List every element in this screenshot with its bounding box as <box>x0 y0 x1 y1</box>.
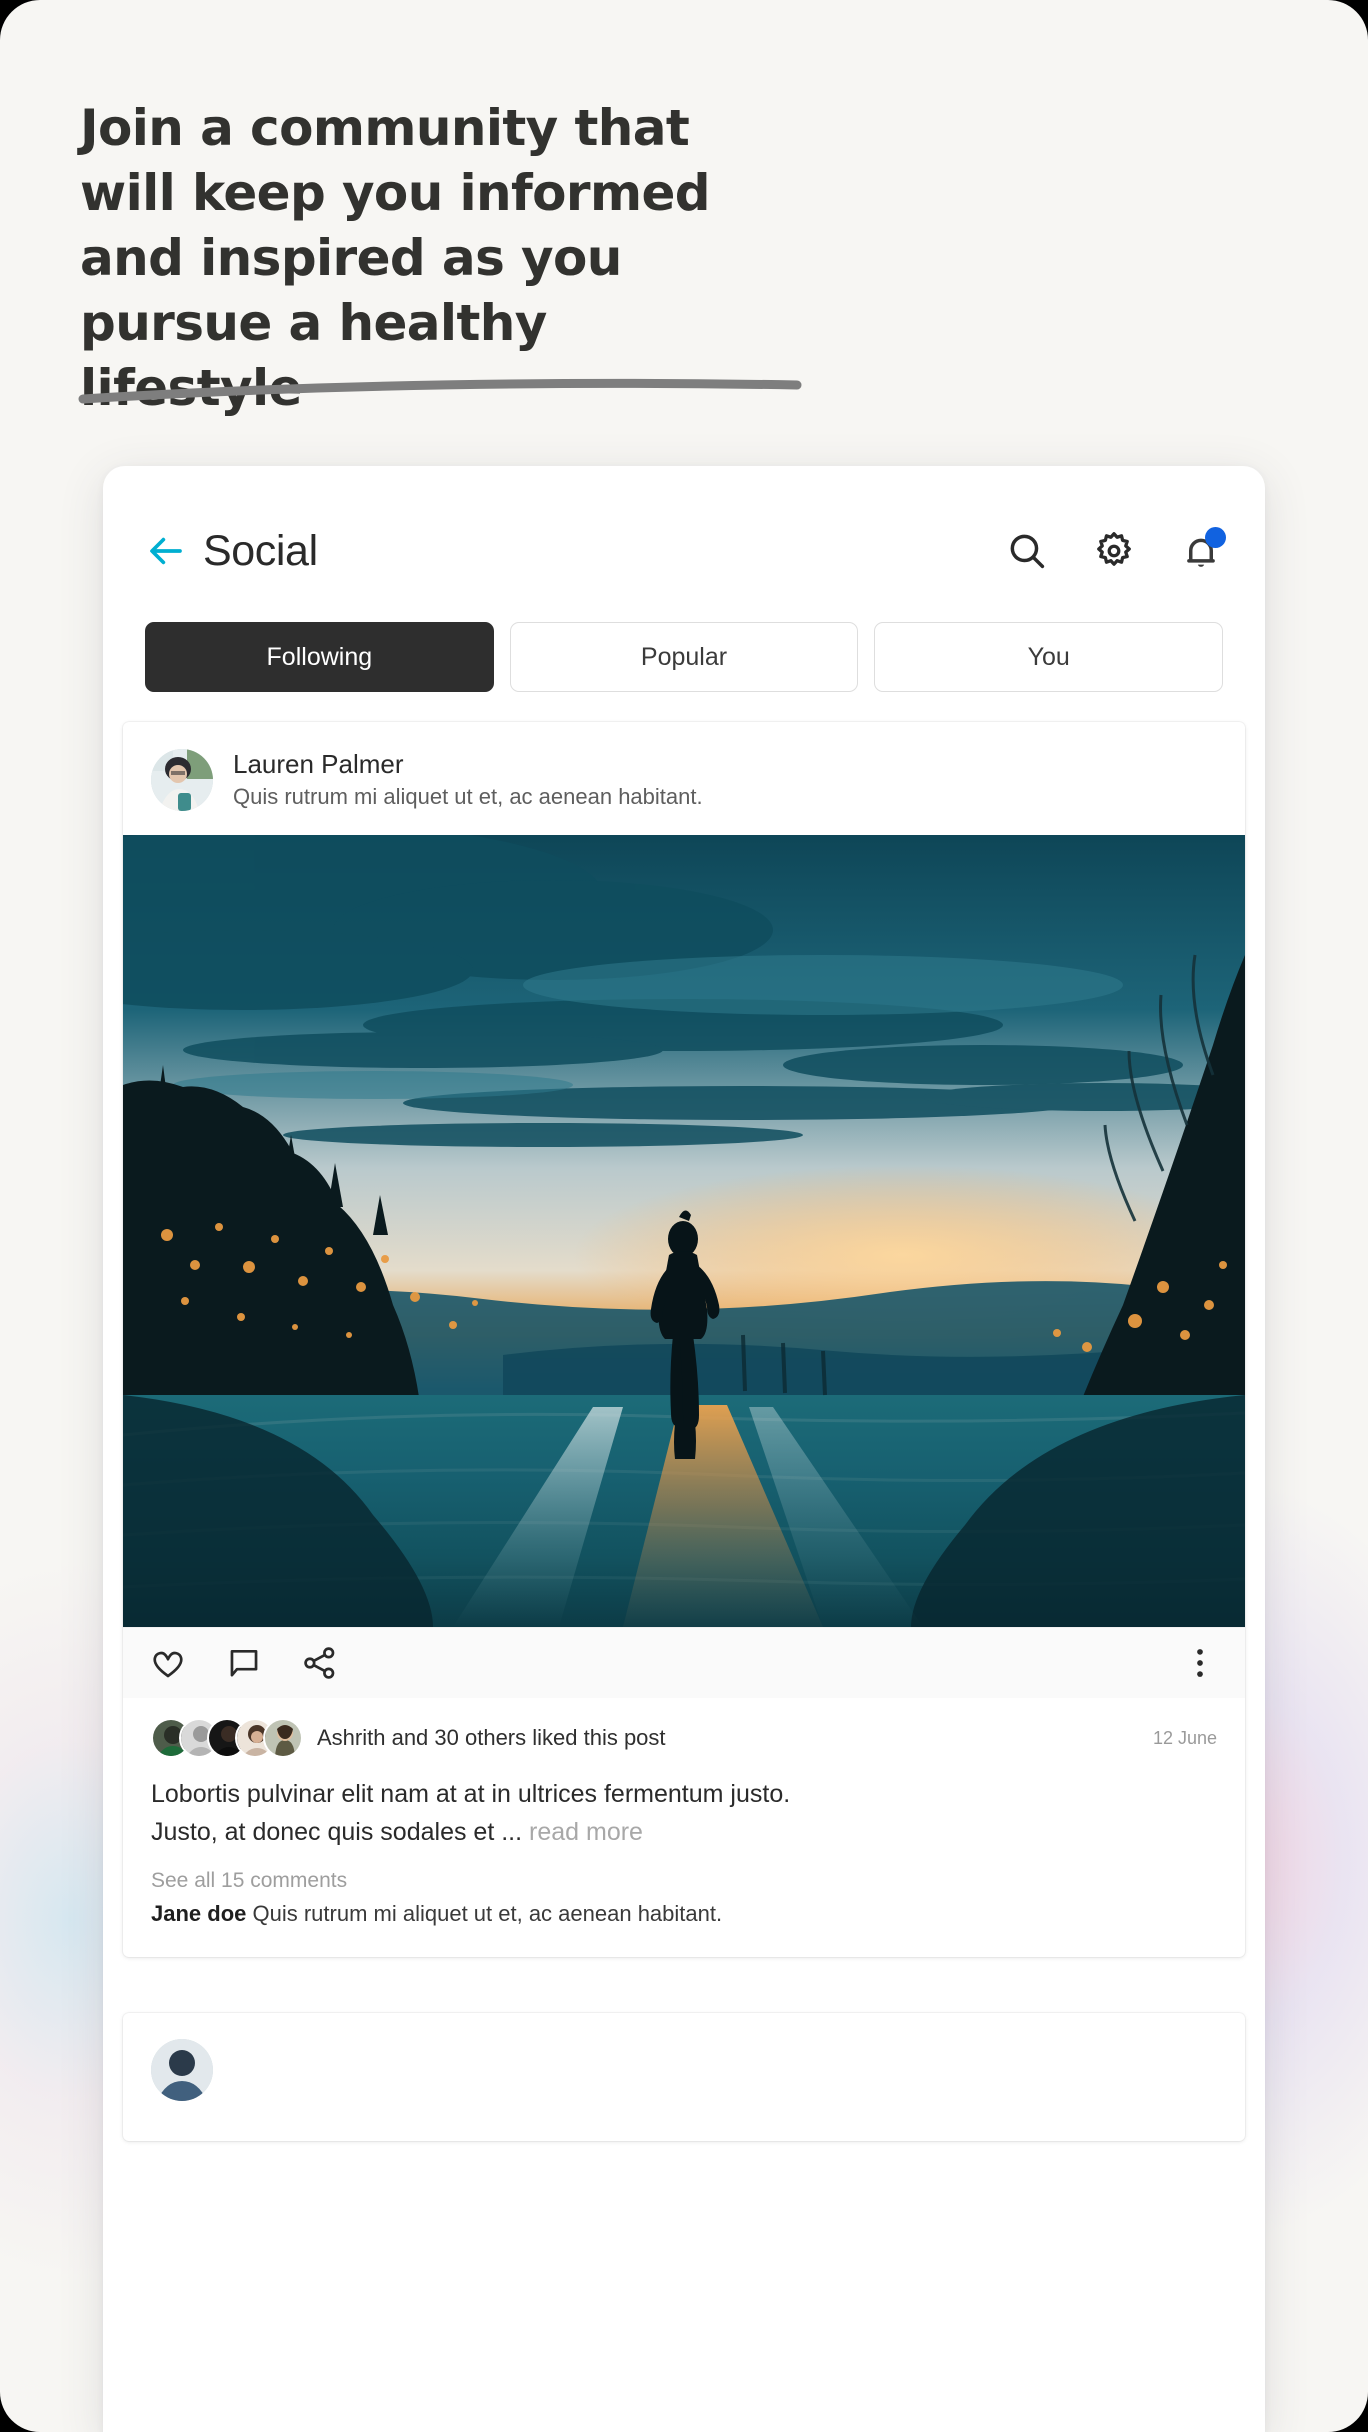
avatar <box>151 748 213 811</box>
liker-avatar <box>263 1718 303 1759</box>
app-mockup-card: Social Following Popular You Lauren Palm… <box>103 466 1265 2432</box>
share-icon[interactable] <box>301 1644 339 1682</box>
avatar <box>151 2039 213 2102</box>
heart-icon[interactable] <box>149 1644 187 1682</box>
gear-icon[interactable] <box>1092 529 1136 573</box>
tab-following[interactable]: Following <box>145 622 494 692</box>
header-left-group: Social <box>145 527 1005 576</box>
post-image <box>123 835 1245 1628</box>
hero-section: Join a community that will keep you info… <box>80 96 740 421</box>
post-likes-row: Ashrith and 30 others liked this post 12… <box>123 1698 1245 1759</box>
comment-text: Quis rutrum mi aliquet ut et, ac aenean … <box>252 1901 723 1927</box>
post-card: Lauren Palmer Quis rutrum mi aliquet ut … <box>123 722 1245 1958</box>
post-body: Lobortis pulvinar elit nam at at in ultr… <box>123 1758 1245 1851</box>
post-body-line-2-wrap: Justo, at donec quis sodales et ... read… <box>151 1814 1217 1852</box>
post-comment: Jane doe Quis rutrum mi aliquet ut et, a… <box>123 1893 1245 1957</box>
post-action-bar <box>123 1627 1245 1699</box>
post-date: 12 June <box>1152 1727 1217 1748</box>
post-author-name: Lauren Palmer <box>233 749 404 779</box>
page-root: Join a community that will keep you info… <box>0 0 1368 2432</box>
app-title: Social <box>203 526 318 575</box>
search-icon[interactable] <box>1005 529 1049 573</box>
post-action-icons <box>149 1644 339 1682</box>
post-body-line-1: Lobortis pulvinar elit nam at at in ultr… <box>151 1780 791 1809</box>
post-body-line-2: Justo, at donec quis sodales et ... <box>151 1817 523 1846</box>
comment-author[interactable]: Jane doe <box>151 1901 246 1926</box>
post-card-next-partial <box>123 2013 1245 2142</box>
comment-icon[interactable] <box>225 1644 263 1682</box>
tab-popular[interactable]: Popular <box>509 622 859 692</box>
post-author-subtitle: Quis rutrum mi aliquet ut et, ac aenean … <box>233 783 703 809</box>
tab-you[interactable]: You <box>874 622 1224 692</box>
heading-divider <box>78 378 802 404</box>
notification-badge-dot <box>1205 527 1226 548</box>
page-title: Join a community that will keep you info… <box>80 99 711 417</box>
feed-tabs: Following Popular You <box>103 588 1265 692</box>
post-author-text: Lauren Palmer Quis rutrum mi aliquet ut … <box>233 748 703 811</box>
likes-summary[interactable]: Ashrith and 30 others liked this post <box>317 1725 1153 1751</box>
read-more-link[interactable]: read more <box>529 1818 643 1846</box>
notifications-button[interactable] <box>1179 527 1226 573</box>
liker-avatar-stack[interactable] <box>151 1718 303 1759</box>
post-gap <box>103 1957 1265 1983</box>
header-actions <box>1005 527 1226 573</box>
post-author-row[interactable]: Lauren Palmer Quis rutrum mi aliquet ut … <box>123 722 1245 835</box>
see-all-comments-link[interactable]: See all 15 comments <box>123 1851 1245 1893</box>
back-arrow-icon[interactable] <box>145 530 187 572</box>
post-author-row-next[interactable] <box>123 2013 1245 2141</box>
app-header: Social <box>103 466 1265 588</box>
more-vertical-icon[interactable] <box>1181 1644 1219 1682</box>
